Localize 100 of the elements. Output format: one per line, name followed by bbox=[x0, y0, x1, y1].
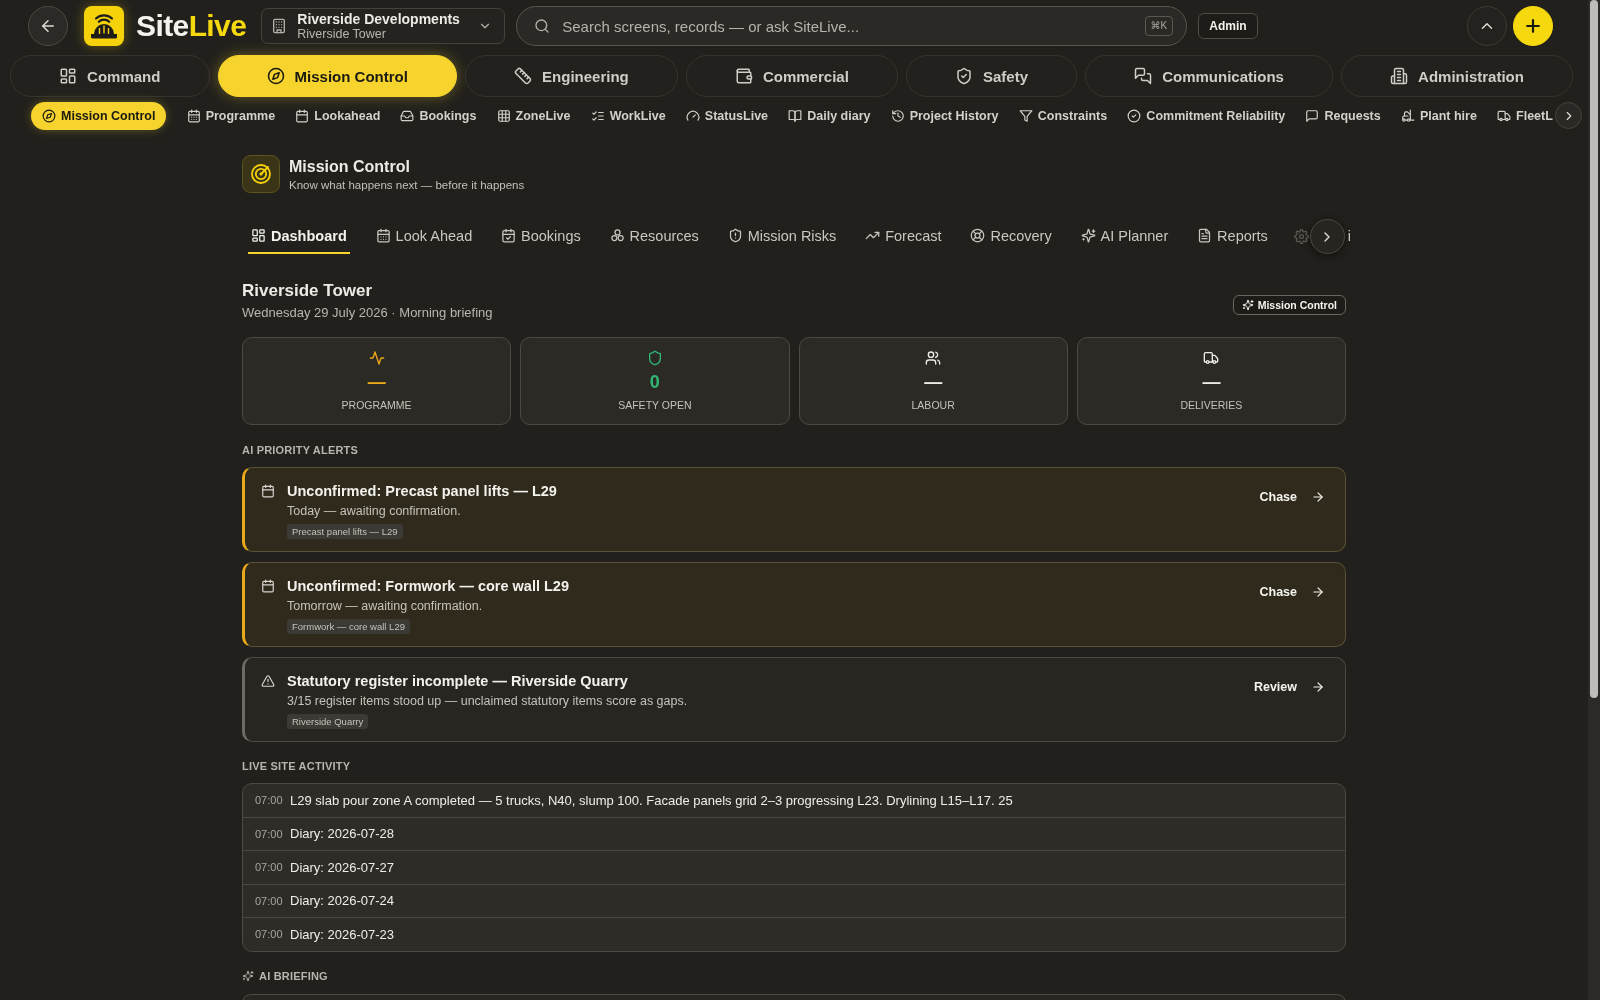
shortcut-key: ⌘K bbox=[1144, 16, 1174, 36]
shield-icon bbox=[646, 350, 663, 366]
plus-icon bbox=[1523, 16, 1543, 36]
sparkles-icon bbox=[1080, 228, 1096, 243]
calendar-icon bbox=[186, 108, 201, 123]
page-tab[interactable]: Dashboard bbox=[248, 219, 350, 254]
add-button[interactable] bbox=[1513, 6, 1553, 46]
project-selector[interactable]: Riverside Developments Riverside Tower bbox=[261, 8, 506, 44]
alert-action-button[interactable]: Chase bbox=[1249, 579, 1325, 605]
gauge-icon bbox=[685, 108, 700, 123]
page-tab[interactable]: Reports bbox=[1194, 219, 1271, 254]
kpi-label: LABOUR bbox=[911, 399, 955, 412]
page-tab[interactable]: Forecast bbox=[862, 219, 945, 254]
alert-action-button[interactable]: Chase bbox=[1249, 484, 1325, 510]
module-tab[interactable]: Mission Control bbox=[217, 55, 457, 97]
tray-icon bbox=[400, 108, 415, 123]
building-icon bbox=[1390, 67, 1409, 85]
subnav-item[interactable]: Requests bbox=[1305, 101, 1381, 130]
kpi-value: 0 bbox=[649, 372, 660, 392]
page-tab[interactable]: Mission Risks bbox=[724, 219, 840, 254]
module-tab[interactable]: Administration bbox=[1341, 55, 1573, 97]
scrollbar-thumb[interactable] bbox=[1590, 0, 1598, 698]
chat-bubble-icon bbox=[1305, 108, 1320, 123]
activity-time: 07:00 bbox=[255, 928, 282, 941]
activity-text: Diary: 2026-07-24 bbox=[290, 893, 395, 909]
page-tab[interactable]: Resources bbox=[606, 219, 702, 254]
chat-bubbles-icon bbox=[1134, 67, 1153, 85]
calendar-icon bbox=[375, 228, 391, 243]
alert-tag: Riverside Quarry bbox=[287, 714, 369, 729]
subnav-item[interactable]: Bookings bbox=[400, 101, 477, 130]
page-tab[interactable]: AI Planner bbox=[1077, 219, 1172, 254]
module-tab[interactable]: Commercial bbox=[685, 55, 898, 97]
activity-time: 07:00 bbox=[255, 861, 282, 874]
module-tab[interactable]: Engineering bbox=[465, 55, 678, 97]
page-tab[interactable]: Look Ahead bbox=[372, 219, 476, 254]
calendar-icon bbox=[295, 108, 310, 123]
subnav-item[interactable]: StatusLive bbox=[685, 101, 769, 130]
subnav-item[interactable]: ZoneLive bbox=[496, 101, 571, 130]
section-heading: AI BRIEFING bbox=[259, 968, 328, 983]
alert-tag: Formwork — core wall L29 bbox=[287, 619, 410, 634]
forklift-icon bbox=[1400, 108, 1415, 123]
subnav-item[interactable]: Mission Control bbox=[31, 101, 167, 130]
grid-icon bbox=[496, 108, 511, 123]
module-tab[interactable]: Safety bbox=[905, 55, 1078, 97]
scroll-right-button[interactable] bbox=[1309, 219, 1345, 254]
alert-description: Today — awaiting confirmation. bbox=[287, 503, 461, 519]
subnav-item[interactable]: Project History bbox=[890, 101, 999, 130]
kpi-value: — bbox=[924, 372, 943, 392]
truck-icon bbox=[1497, 108, 1512, 123]
view-chip[interactable]: Mission Control bbox=[1232, 294, 1346, 315]
subnav-item[interactable]: Daily diary bbox=[788, 101, 871, 130]
alert-description: Tomorrow — awaiting confirmation. bbox=[287, 598, 483, 614]
activity-time: 07:00 bbox=[255, 794, 282, 807]
subnav-item[interactable]: FleetL bbox=[1497, 101, 1553, 130]
subnav-item[interactable]: Lookahead bbox=[295, 101, 381, 130]
document-icon bbox=[1197, 228, 1213, 243]
truck-icon bbox=[1203, 350, 1220, 366]
activity-text: Diary: 2026-07-28 bbox=[290, 826, 395, 842]
layout-icon bbox=[59, 67, 78, 85]
section-heading: LIVE SITE ACTIVITY bbox=[242, 759, 351, 773]
activity-time: 07:00 bbox=[255, 894, 282, 907]
module-tab[interactable]: Communications bbox=[1085, 55, 1333, 97]
role-button[interactable]: Admin bbox=[1198, 13, 1258, 39]
layout-icon bbox=[251, 228, 266, 243]
target-icon bbox=[242, 155, 280, 193]
alert-title: Unconfirmed: Formwork — core wall L29 bbox=[287, 577, 569, 595]
alert-tag: Precast panel lifts — L29 bbox=[287, 524, 403, 539]
ruler-icon bbox=[514, 67, 533, 85]
alert-action-button[interactable]: Review bbox=[1243, 674, 1325, 700]
section-heading: AI PRIORITY ALERTS bbox=[242, 443, 359, 457]
building-icon bbox=[271, 18, 288, 34]
module-tab[interactable]: Command bbox=[10, 55, 210, 97]
sparkles-icon bbox=[242, 969, 254, 982]
back-button[interactable] bbox=[28, 6, 68, 46]
shield-check-icon bbox=[955, 67, 973, 85]
alert-title: Unconfirmed: Precast panel lifts — L29 bbox=[287, 482, 557, 500]
subnav-item[interactable]: Plant hire bbox=[1400, 101, 1477, 130]
subnav-item[interactable]: Constraints bbox=[1018, 101, 1108, 130]
wallet-icon bbox=[734, 67, 753, 85]
page-title: Mission Control bbox=[289, 156, 411, 176]
kpi-label: SAFETY OPEN bbox=[618, 399, 692, 412]
compass-icon bbox=[42, 108, 56, 123]
page-tab[interactable]: i bbox=[1344, 219, 1354, 254]
history-icon bbox=[890, 108, 905, 123]
check-circle-icon bbox=[1127, 108, 1142, 123]
subnav-item[interactable]: WorkLive bbox=[590, 101, 666, 130]
subnav-item[interactable]: Commitment Reliability bbox=[1127, 101, 1286, 130]
scroll-right-button[interactable] bbox=[1555, 102, 1582, 129]
settings-icon bbox=[1293, 229, 1309, 244]
warning-icon bbox=[261, 674, 275, 688]
subnav-item[interactable]: Programme bbox=[186, 101, 276, 130]
alert-description: 3/15 register items stood up — unclaimed statutory items score as gaps. bbox=[287, 693, 688, 709]
page-tab[interactable]: Bookings bbox=[498, 219, 584, 254]
page-tab[interactable]: Recovery bbox=[967, 219, 1055, 254]
activity-text: Diary: 2026-07-23 bbox=[290, 926, 395, 942]
activity-text: Diary: 2026-07-27 bbox=[290, 859, 395, 875]
briefing-date: Wednesday 29 July 2026 · Morning briefing bbox=[242, 304, 493, 321]
kpi-value: — bbox=[367, 372, 386, 392]
lifebuoy-icon bbox=[970, 228, 986, 243]
people-icon bbox=[925, 350, 942, 366]
